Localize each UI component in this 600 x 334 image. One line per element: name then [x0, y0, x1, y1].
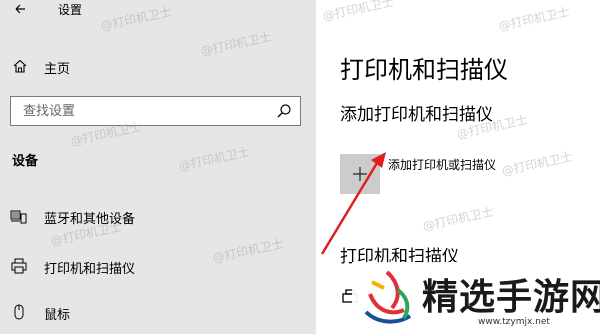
watermark-text: @打印机卫士	[321, 0, 395, 24]
sidebar-item-bluetooth[interactable]: 蓝牙和其他设备	[0, 202, 316, 230]
sidebar-item-home[interactable]: 主页	[0, 52, 316, 80]
page-title: 打印机和扫描仪	[340, 56, 508, 84]
site-logo: 精选手游网 www.tzymjx.net	[352, 262, 600, 334]
watermark-text: @打印机卫士	[497, 4, 571, 34]
watermark-text: @打印机卫士	[177, 144, 251, 174]
back-button[interactable]	[8, 0, 30, 20]
logo-url-text: www.tzymjx.net	[478, 317, 550, 327]
watermark-text: @打印机卫士	[421, 204, 495, 234]
sidebar-item-mouse[interactable]: 鼠标	[0, 298, 316, 326]
sidebar-item-label: 蓝牙和其他设备	[44, 212, 136, 227]
sidebar-item-label: 鼠标	[44, 308, 71, 323]
window-title: 设置	[58, 3, 83, 17]
watermark-text: @打印机卫士	[99, 4, 173, 34]
search-box[interactable]	[10, 96, 301, 126]
search-input[interactable]	[11, 97, 271, 125]
bluetooth-devices-icon	[10, 210, 27, 224]
annotation-arrow	[320, 152, 386, 255]
add-section-heading: 添加打印机和扫描仪	[340, 105, 493, 125]
settings-sidebar: 设置 主页 设备 蓝牙和其他设备 打印机和扫描仪	[0, 0, 316, 334]
logo-brand-text: 精选手游网	[422, 277, 600, 318]
watermark-text: @打印机卫士	[500, 149, 574, 179]
sidebar-item-label: 主页	[44, 62, 71, 77]
sidebar-item-label: 打印机和扫描仪	[44, 262, 136, 277]
sidebar-item-printers[interactable]: 打印机和扫描仪	[0, 252, 316, 280]
home-icon	[13, 59, 27, 73]
printer-icon	[11, 258, 27, 274]
search-icon[interactable]	[276, 103, 292, 119]
section-heading-devices: 设备	[12, 154, 39, 169]
logo-mark-icon	[364, 270, 412, 324]
add-printer-label[interactable]: 添加打印机或扫描仪	[388, 156, 496, 173]
mouse-icon	[14, 304, 24, 320]
back-arrow-icon	[15, 4, 25, 14]
